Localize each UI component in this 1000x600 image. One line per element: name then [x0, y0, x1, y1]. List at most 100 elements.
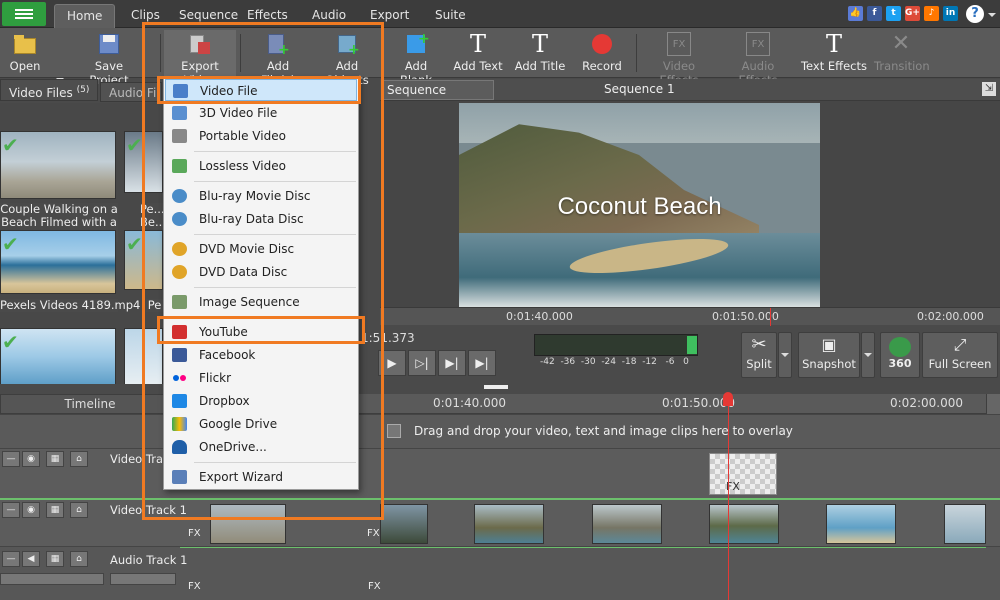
preview-time-ruler[interactable]: 0:01:40.000 0:01:50.000 0:02:00.000: [380, 307, 1000, 326]
text-effects-button[interactable]: T Text Effects: [800, 30, 868, 76]
tab-export[interactable]: Export: [358, 4, 421, 28]
pan-slider[interactable]: [110, 573, 176, 585]
audio-files-tab[interactable]: Audio Fil: [100, 82, 162, 102]
film-strip-icon[interactable]: ▦: [46, 551, 64, 567]
go-to-end-button[interactable]: ▶|: [468, 350, 496, 376]
video-files-tab[interactable]: Video Files (5): [0, 79, 98, 101]
menu-item-youtube[interactable]: YouTube: [165, 321, 357, 343]
video-track-1[interactable]: — ◉ ▦ ⌂ Video Track 1 FX FX: [0, 498, 1000, 546]
play-button[interactable]: ▶: [378, 350, 406, 376]
main-menu-button[interactable]: [2, 2, 46, 26]
open-button[interactable]: Open: [4, 30, 46, 76]
menu-item-video-file[interactable]: Video File: [165, 79, 357, 101]
video-effects-button[interactable]: FX Video Effects: [644, 30, 714, 87]
camera-icon: ▣: [821, 335, 837, 354]
menu-item-bluray-data[interactable]: Blu-ray Data Disc: [165, 208, 357, 230]
video-clip[interactable]: [592, 504, 662, 544]
collapse-icon[interactable]: —: [2, 451, 20, 467]
tab-home[interactable]: Home: [54, 4, 116, 28]
linkedin-icon[interactable]: in: [943, 6, 958, 21]
undock-icon[interactable]: ⇲: [982, 82, 996, 96]
menu-item-google-drive[interactable]: Google Drive: [165, 413, 357, 435]
tab-audio[interactable]: Audio: [300, 4, 358, 28]
clip-thumbnail[interactable]: [124, 328, 163, 385]
collapse-icon[interactable]: —: [2, 551, 20, 567]
menu-item-lossless-video[interactable]: Lossless Video: [165, 155, 357, 177]
soundcloud-icon[interactable]: ♪: [924, 6, 939, 21]
menu-item-portable-video[interactable]: Portable Video: [165, 125, 357, 147]
floppy-disk-icon: [97, 32, 121, 56]
image-sequence-icon: [172, 295, 187, 309]
speaker-icon[interactable]: ◀: [22, 551, 40, 567]
collapse-icon[interactable]: —: [2, 502, 20, 518]
video-clip[interactable]: [826, 504, 896, 544]
tab-suite[interactable]: Suite: [423, 4, 478, 28]
video-track-overlay[interactable]: — ◉ ▦ ⌂ Video Track FX: [0, 448, 1000, 498]
eye-icon[interactable]: ◉: [22, 451, 40, 467]
current-time-readout: 1:51.373: [361, 331, 415, 345]
chevron-down-icon: [781, 353, 789, 357]
save-project-button[interactable]: Save Project: [74, 30, 144, 87]
menu-item-onedrive[interactable]: OneDrive...: [165, 436, 357, 458]
transition-clip[interactable]: FX: [709, 453, 777, 495]
video-clip[interactable]: [380, 504, 428, 544]
menu-item-facebook[interactable]: Facebook: [165, 344, 357, 366]
menu-item-export-wizard[interactable]: Export Wizard: [165, 466, 357, 488]
add-objects-button[interactable]: + Add Objects: [314, 30, 380, 87]
help-dropdown-caret-icon[interactable]: [988, 13, 996, 17]
video-clip[interactable]: [709, 504, 779, 544]
full-screen-button[interactable]: ⤢ Full Screen: [922, 332, 998, 378]
transition-button[interactable]: ✕ Transition: [874, 30, 930, 76]
menu-item-flickr[interactable]: Flickr: [165, 367, 357, 389]
lock-icon[interactable]: ⌂: [70, 451, 88, 467]
add-text-button[interactable]: T Add Text: [452, 30, 504, 76]
video-clip[interactable]: [944, 504, 986, 544]
export-video-button[interactable]: Export Video: [164, 30, 236, 87]
overlay-track[interactable]: Drag and drop your video, text and image…: [0, 414, 1000, 448]
timeline-splitter[interactable]: [0, 384, 1000, 394]
google-plus-icon[interactable]: G+: [905, 6, 920, 21]
wizard-icon: [172, 470, 187, 484]
media-bin: ✔ Couple Walking on a Beach Filmed with …: [0, 103, 163, 385]
volume-slider[interactable]: [0, 573, 104, 585]
video-clip[interactable]: [474, 504, 544, 544]
record-button[interactable]: Record: [578, 30, 626, 76]
next-frame-button[interactable]: ▷|: [408, 350, 436, 376]
snapshot-dropdown-button[interactable]: [861, 332, 875, 378]
dvd-disc-icon: [172, 242, 187, 256]
help-icon[interactable]: ?: [966, 5, 984, 23]
menu-item-dropbox[interactable]: Dropbox: [165, 390, 357, 412]
lock-icon[interactable]: ⌂: [70, 502, 88, 518]
add-blank-button[interactable]: + Add Blank: [388, 30, 444, 87]
video-files-count: (5): [76, 85, 90, 95]
lossless-film-icon: [172, 159, 187, 173]
sequence-preview-tab[interactable]: Sequence Preview: [382, 80, 494, 115]
video-clip[interactable]: [210, 504, 286, 544]
360-video-button[interactable]: 360: [880, 332, 920, 378]
snapshot-button[interactable]: ▣ Snapshot: [798, 332, 860, 378]
facebook-icon[interactable]: f: [867, 6, 882, 21]
expand-icon: ⤢: [953, 335, 967, 354]
audio-effects-button[interactable]: FX Audio Effects: [722, 30, 794, 87]
menu-item-bluray-movie[interactable]: Blu-ray Movie Disc: [165, 185, 357, 207]
fx-badge: FX: [188, 528, 201, 539]
tab-clips[interactable]: Clips: [119, 4, 172, 28]
tab-effects[interactable]: Effects: [235, 4, 300, 28]
audio-track-1[interactable]: — ◀ ▦ ⌂ Audio Track 1 FX FX: [0, 546, 1000, 600]
add-files-button[interactable]: + Add File(s): [250, 30, 306, 87]
menu-item-3d-video-file[interactable]: 3D Video File: [165, 102, 357, 124]
split-dropdown-button[interactable]: [778, 332, 792, 378]
menu-item-dvd-data[interactable]: DVD Data Disc: [165, 261, 357, 283]
menu-item-image-sequence[interactable]: Image Sequence: [165, 291, 357, 313]
like-icon[interactable]: 👍: [848, 6, 863, 21]
eye-icon[interactable]: ◉: [22, 502, 40, 518]
skip-forward-button[interactable]: ▶|: [438, 350, 466, 376]
twitter-icon[interactable]: t: [886, 6, 901, 21]
add-title-button[interactable]: T Add Title: [514, 30, 566, 76]
menu-item-dvd-movie[interactable]: DVD Movie Disc: [165, 238, 357, 260]
ruler-time-label: 0:02:00.000: [917, 310, 984, 323]
film-strip-icon[interactable]: ▦: [46, 502, 64, 518]
split-button[interactable]: ✂ Split: [741, 332, 777, 378]
film-strip-icon[interactable]: ▦: [46, 451, 64, 467]
lock-icon[interactable]: ⌂: [70, 551, 88, 567]
